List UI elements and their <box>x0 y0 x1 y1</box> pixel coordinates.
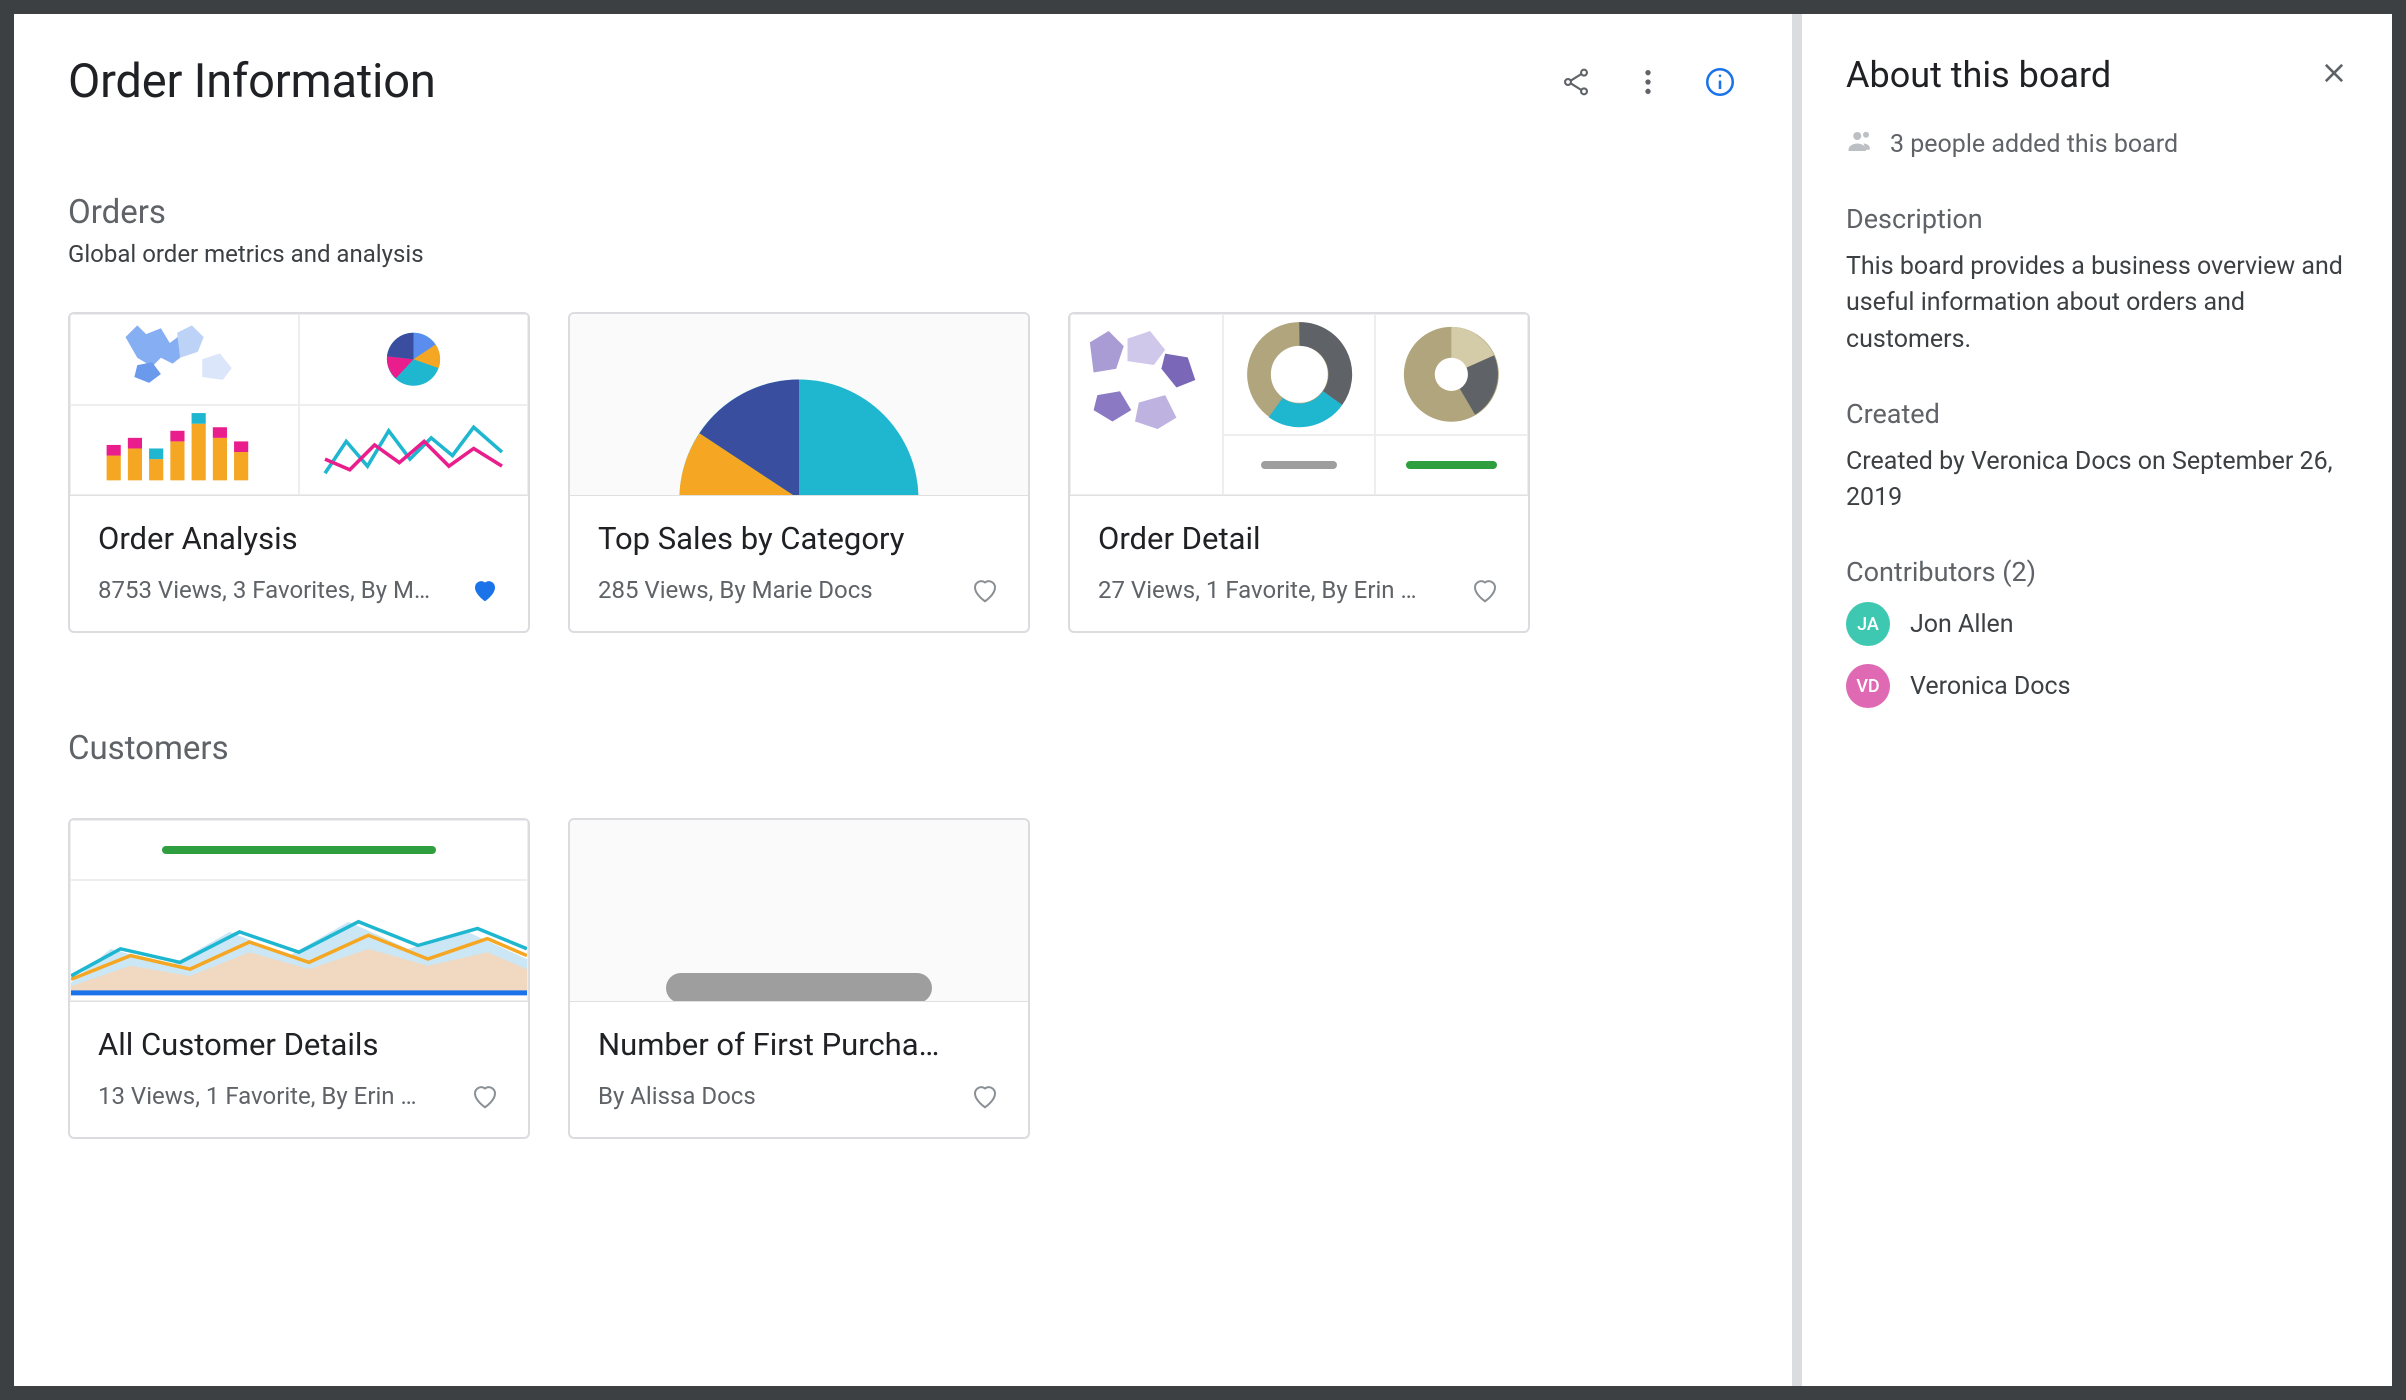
card-order-detail[interactable]: Order Detail 27 Views, 1 Favorite, By Er… <box>1068 312 1530 633</box>
share-icon[interactable] <box>1558 64 1594 100</box>
section-title-customers: Customers <box>68 729 1738 768</box>
close-icon[interactable] <box>2320 59 2348 91</box>
card-preview <box>570 314 1028 496</box>
description-text: This board provides a business overview … <box>1846 249 2348 358</box>
card-first-purchase[interactable]: Number of First Purcha… By Alissa Docs <box>568 818 1030 1139</box>
card-preview <box>570 820 1028 1002</box>
contributor-row: JA Jon Allen <box>1846 602 2348 646</box>
avatar: VD <box>1846 664 1890 708</box>
about-panel: About this board 3 people added this boa… <box>1802 14 2392 1386</box>
section-subtitle-orders: Global order metrics and analysis <box>68 240 1738 268</box>
card-title: Order Detail <box>1098 520 1500 557</box>
people-line: 3 people added this board <box>1890 130 2178 159</box>
panel-divider[interactable] <box>1792 14 1802 1386</box>
created-label: Created <box>1846 398 2348 430</box>
avatar: JA <box>1846 602 1890 646</box>
card-meta: 285 Views, By Marie Docs <box>598 576 960 604</box>
people-icon <box>1846 126 1876 163</box>
page-header: Order Information <box>68 54 1738 109</box>
contributors-label: Contributors (2) <box>1846 556 2348 588</box>
card-meta: 27 Views, 1 Favorite, By Erin … <box>1098 576 1460 604</box>
card-title: Order Analysis <box>98 520 500 557</box>
description-label: Description <box>1846 203 2348 235</box>
section-title-orders: Orders <box>68 193 1738 232</box>
card-preview <box>70 314 528 496</box>
card-preview <box>70 820 528 1002</box>
favorite-icon[interactable] <box>970 1081 1000 1111</box>
more-icon[interactable] <box>1630 64 1666 100</box>
contributor-name: Veronica Docs <box>1910 672 2071 701</box>
card-title: All Customer Details <box>98 1026 500 1063</box>
card-meta: 8753 Views, 3 Favorites, By M… <box>98 576 460 604</box>
about-title: About this board <box>1846 54 2111 96</box>
info-icon[interactable] <box>1702 64 1738 100</box>
card-order-analysis[interactable]: Order Analysis 8753 Views, 3 Favorites, … <box>68 312 530 633</box>
page-title: Order Information <box>68 54 436 109</box>
card-meta: By Alissa Docs <box>598 1082 960 1110</box>
contributor-name: Jon Allen <box>1910 610 2014 639</box>
card-title: Top Sales by Category <box>598 520 1000 557</box>
favorite-icon[interactable] <box>1470 575 1500 605</box>
card-preview <box>1070 314 1528 496</box>
favorite-icon[interactable] <box>470 1081 500 1111</box>
favorite-icon[interactable] <box>470 575 500 605</box>
card-meta: 13 Views, 1 Favorite, By Erin … <box>98 1082 460 1110</box>
card-title: Number of First Purcha… <box>598 1026 1000 1063</box>
contributor-row: VD Veronica Docs <box>1846 664 2348 708</box>
card-top-sales[interactable]: Top Sales by Category 285 Views, By Mari… <box>568 312 1030 633</box>
card-all-customer[interactable]: All Customer Details 13 Views, 1 Favorit… <box>68 818 530 1139</box>
favorite-icon[interactable] <box>970 575 1000 605</box>
header-actions <box>1558 64 1738 100</box>
created-text: Created by Veronica Docs on September 26… <box>1846 444 2348 517</box>
